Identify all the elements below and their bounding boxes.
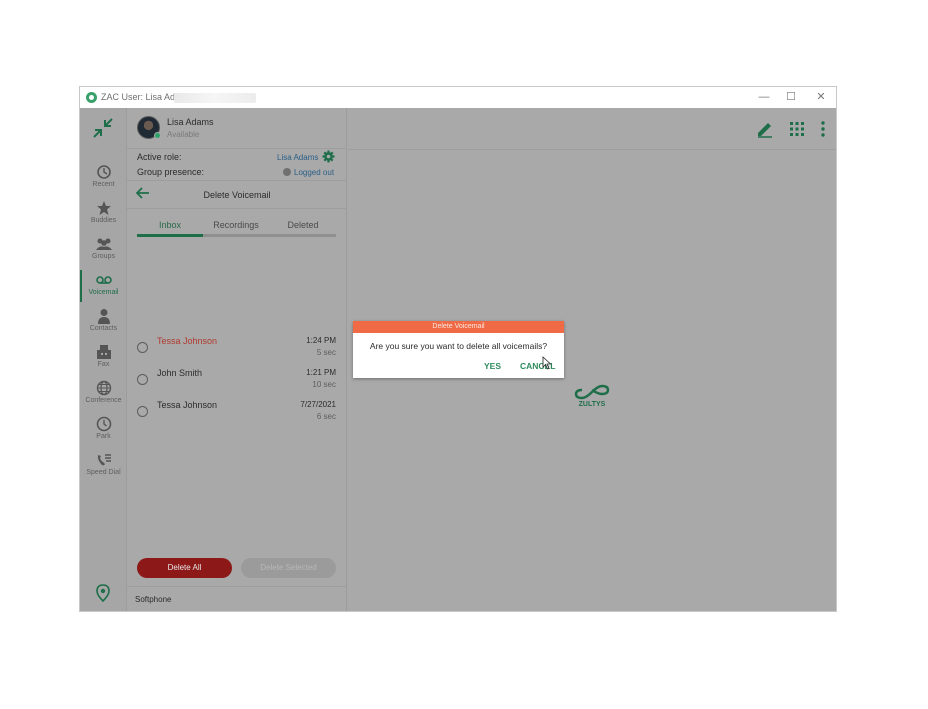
sidebar-item-conference[interactable]: Conference [80, 378, 127, 412]
list-item[interactable]: John Smith 1:21 PM 10 sec [127, 364, 347, 396]
sidebar-item-label: Contacts [89, 325, 118, 332]
sidebar-item-speed-dial[interactable]: Speed Dial [80, 450, 127, 484]
user-name: Lisa Adams [167, 117, 214, 127]
tab-inbox[interactable]: Inbox [137, 220, 203, 230]
speed-dial-icon [97, 454, 111, 466]
history-icon [96, 165, 111, 179]
close-button[interactable]: ✕ [807, 89, 835, 106]
sidebar-item-label: Park [96, 433, 111, 440]
divider [127, 586, 347, 587]
mouse-cursor-icon [542, 356, 552, 370]
delete-all-button[interactable]: Delete All [137, 558, 232, 578]
voicemail-duration: 10 sec [312, 380, 336, 389]
presence-indicator [154, 132, 161, 139]
select-radio[interactable] [137, 374, 148, 385]
voicemail-time: 7/27/2021 [300, 400, 336, 409]
dialpad-icon[interactable] [788, 120, 806, 138]
softphone-label[interactable]: Softphone [135, 595, 171, 604]
dialog-message: Are you sure you want to delete all voic… [369, 341, 548, 351]
delete-selected-button[interactable]: Delete Selected [241, 558, 336, 578]
sidebar-item-contacts[interactable]: Contacts [80, 306, 127, 340]
sidebar-item-label: Voicemail [88, 289, 119, 296]
tab-deleted[interactable]: Deleted [270, 220, 336, 230]
divider [348, 149, 836, 150]
logo-text: ZULTYS [579, 401, 606, 408]
sidebar-item-recent[interactable]: Recent [80, 162, 127, 196]
fax-icon [96, 345, 111, 359]
voicemail-time: 1:24 PM [306, 336, 336, 345]
clock-icon [96, 416, 111, 432]
presence-status-dot [283, 168, 291, 176]
active-role-link[interactable]: Lisa Adams [277, 153, 318, 162]
title-bar: ZAC User: Lisa Adams — ☐ ✕ [80, 87, 836, 108]
voicemail-time: 1:21 PM [306, 368, 336, 377]
sidebar-item-label: Recent [92, 181, 115, 188]
group-presence-link[interactable]: Logged out [294, 168, 334, 177]
select-radio[interactable] [137, 406, 148, 417]
tab-recordings[interactable]: Recordings [203, 220, 269, 230]
tab-indicator [137, 234, 203, 237]
globe-icon [96, 380, 111, 396]
maximize-button[interactable]: ☐ [777, 89, 805, 106]
sidebar-item-fax[interactable]: Fax [80, 342, 127, 376]
sidebar-item-label: Speed Dial [86, 469, 121, 476]
sidebar-item-label: Groups [92, 253, 115, 260]
select-radio[interactable] [137, 342, 148, 353]
groups-icon [95, 238, 112, 250]
collapse-icon[interactable] [92, 117, 114, 139]
divider [127, 180, 347, 181]
left-nav: Recent Buddies Groups Voicemail Contacts… [80, 108, 127, 611]
voicemail-icon [95, 276, 112, 284]
yes-button[interactable]: YES [484, 361, 501, 371]
group-presence-label: Group presence: [137, 167, 205, 177]
app-icon [86, 92, 97, 103]
compose-icon[interactable] [756, 120, 774, 138]
more-options-icon[interactable] [814, 120, 832, 138]
voicemail-caller: John Smith [157, 368, 203, 378]
star-icon [96, 201, 111, 215]
voicemail-duration: 6 sec [316, 412, 336, 421]
dialog-title: Delete Voicemail [353, 321, 564, 333]
redacted-text [174, 93, 256, 103]
voicemail-panel: Lisa Adams Available Active role: Lisa A… [127, 108, 347, 611]
sidebar-item-buddies[interactable]: Buddies [80, 198, 127, 232]
user-status[interactable]: Available [167, 130, 199, 139]
user-header: Lisa Adams Available [127, 108, 347, 149]
sidebar-item-voicemail[interactable]: Voicemail [80, 270, 127, 304]
list-item[interactable]: Tessa Johnson 1:24 PM 5 sec [127, 332, 347, 364]
sidebar-item-groups[interactable]: Groups [80, 234, 127, 268]
active-role-label: Active role: [137, 152, 182, 162]
voicemail-caller: Tessa Johnson [157, 400, 218, 410]
minimize-button[interactable]: — [750, 89, 778, 106]
voicemail-caller: Tessa Johnson [157, 336, 218, 346]
sidebar-item-label: Buddies [90, 217, 117, 224]
confirm-dialog: Delete Voicemail Are you sure you want t… [353, 321, 564, 378]
location-pin-icon[interactable] [95, 584, 111, 602]
list-item[interactable]: Tessa Johnson 7/27/2021 6 sec [127, 396, 347, 428]
voicemail-duration: 5 sec [316, 348, 336, 357]
zultys-logo: ZULTYS [574, 384, 610, 408]
panel-title: Delete Voicemail [203, 190, 271, 200]
sidebar-item-label: Conference [85, 397, 122, 404]
divider [127, 208, 347, 209]
sidebar-item-label: Fax [97, 361, 110, 368]
gear-icon[interactable] [322, 150, 335, 163]
contact-icon [97, 309, 110, 324]
sidebar-item-park[interactable]: Park [80, 414, 127, 448]
